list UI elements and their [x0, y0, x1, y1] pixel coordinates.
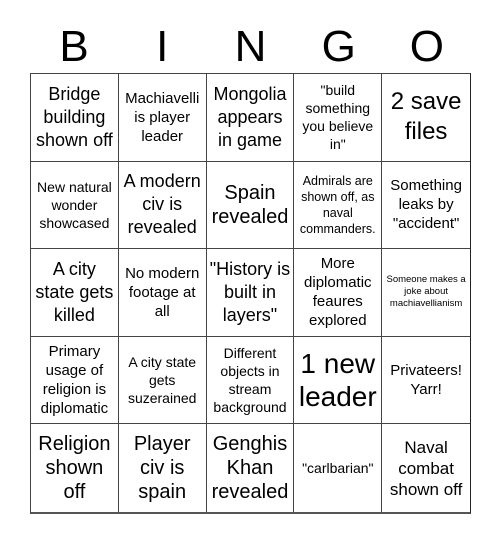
- cell-text: Naval combat shown off: [389, 437, 463, 499]
- cell-text: Machiavelli is player leader: [125, 89, 200, 145]
- cell-text: Mongolia appears in game: [213, 83, 287, 150]
- bingo-cell[interactable]: No modern footage at all: [118, 249, 207, 337]
- bingo-board: Bridge building shown off Machiavelli is…: [30, 73, 471, 514]
- header-letter-o: O: [409, 22, 444, 71]
- cell-text: "carlbarian": [302, 460, 374, 477]
- cell-text: Primary usage of religion is diplomatic: [40, 343, 109, 418]
- cell-text: "build something you believe in": [302, 82, 374, 153]
- cell-text: Genghis Khan revealed: [211, 433, 289, 504]
- cell-text: 2 save files: [390, 88, 462, 146]
- bingo-cell[interactable]: Naval combat shown off: [382, 424, 470, 512]
- cell-text: Different objects in stream background: [213, 345, 287, 416]
- bingo-cell[interactable]: Privateers! Yarr!: [382, 337, 470, 425]
- bingo-cell[interactable]: Spain revealed: [206, 161, 295, 250]
- cell-text: Spain revealed: [211, 181, 289, 228]
- bingo-cell[interactable]: Someone makes a joke about machiavellian…: [382, 249, 470, 337]
- cell-text: Religion shown off: [38, 433, 111, 504]
- header-letter-g: G: [321, 22, 356, 71]
- bingo-cell[interactable]: "build something you believe in": [294, 74, 383, 162]
- bingo-cell[interactable]: Machiavelli is player leader: [118, 74, 207, 162]
- bingo-cell[interactable]: 1 new leader: [294, 336, 383, 425]
- bingo-cell[interactable]: Primary usage of religion is diplomatic: [31, 336, 119, 425]
- cell-text: Admirals are shown off, as naval command…: [299, 173, 376, 236]
- header-letter-i: I: [156, 22, 169, 71]
- bingo-cell[interactable]: Mongolia appears in game: [206, 74, 295, 162]
- header-letter-b: B: [59, 22, 89, 71]
- bingo-cell[interactable]: Different objects in stream background: [206, 336, 295, 425]
- cell-text: More diplomatic feaures explored: [304, 255, 372, 330]
- bingo-cell[interactable]: Player civ is spain: [119, 424, 207, 512]
- cell-text: A city state gets suzerained: [127, 354, 197, 407]
- bingo-cell[interactable]: A modern civ is revealed: [118, 161, 207, 250]
- cell-text: A modern civ is revealed: [123, 171, 201, 238]
- cell-text: Bridge building shown off: [36, 83, 113, 150]
- cell-text: Privateers! Yarr!: [390, 362, 462, 399]
- cell-text: "History is built in layers": [209, 258, 291, 325]
- bingo-cell[interactable]: Genghis Khan revealed: [207, 424, 295, 512]
- cell-text: No modern footage at all: [125, 264, 200, 320]
- bingo-cell[interactable]: A city state gets killed: [31, 249, 119, 337]
- bingo-cell[interactable]: Religion shown off: [31, 424, 119, 512]
- cell-text: 1 new leader: [298, 348, 377, 413]
- bingo-cell[interactable]: A city state gets suzerained: [118, 336, 207, 425]
- bingo-cell[interactable]: 2 save files: [382, 74, 470, 162]
- bingo-cell[interactable]: Bridge building shown off: [31, 74, 119, 162]
- bingo-cell[interactable]: "History is built in layers": [206, 249, 295, 337]
- cell-text: Someone makes a joke about machiavellian…: [386, 274, 466, 310]
- header-letter-n: N: [234, 22, 267, 71]
- cell-text: A city state gets killed: [35, 258, 114, 325]
- bingo-cell[interactable]: Admirals are shown off, as naval command…: [294, 161, 383, 250]
- cell-text: Player civ is spain: [133, 433, 191, 504]
- bingo-header: B I N G O: [30, 22, 471, 72]
- bingo-cell[interactable]: Something leaks by "accident": [382, 162, 470, 250]
- cell-text: Something leaks by "accident": [390, 177, 462, 233]
- bingo-cell[interactable]: More diplomatic feaures explored: [294, 249, 383, 337]
- bingo-cell[interactable]: New natural wonder showcased: [31, 161, 119, 250]
- bingo-cell[interactable]: "carlbarian": [294, 424, 383, 512]
- cell-text: New natural wonder showcased: [37, 178, 112, 231]
